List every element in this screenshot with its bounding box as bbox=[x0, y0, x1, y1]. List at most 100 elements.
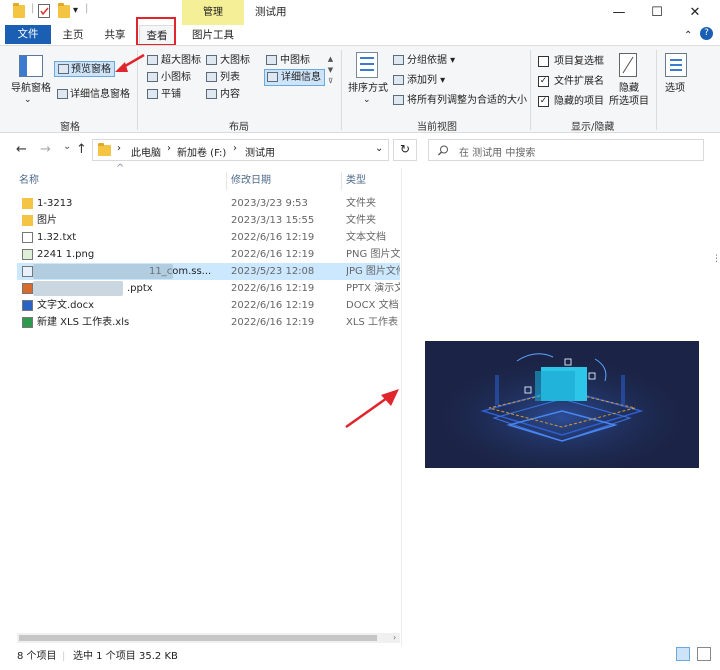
content-view-icon bbox=[206, 89, 217, 99]
details-view-toggle-icon[interactable] bbox=[676, 647, 690, 661]
extra-large-icons-icon bbox=[147, 55, 158, 65]
folder-icon bbox=[98, 143, 111, 156]
annotation-arrow bbox=[115, 53, 145, 72]
address-dropdown-icon[interactable]: ⌄ bbox=[375, 143, 383, 154]
sort-by-button[interactable]: 排序方式 bbox=[348, 82, 388, 95]
scroll-right-icon[interactable]: › bbox=[393, 633, 396, 642]
layout-medium-icons[interactable]: 中图标 bbox=[266, 54, 310, 67]
explorer-window: | ▾ | 管理 测试用 — ☐ ✕ 文件 主页 共享 查看 图片工具 ⌃ ? … bbox=[0, 0, 720, 670]
help-icon[interactable]: ? bbox=[700, 27, 713, 40]
ribbon-divider bbox=[530, 50, 531, 130]
small-icons-icon bbox=[147, 72, 158, 82]
file-type: JPG 图片文件 bbox=[346, 266, 400, 277]
file-row[interactable]: 图片 2023/3/13 15:55 文件夹 bbox=[17, 212, 400, 229]
properties-icon[interactable] bbox=[38, 4, 50, 18]
group-label-panes: 窗格 bbox=[60, 122, 80, 133]
details-pane-button[interactable]: 详细信息窗格 bbox=[54, 88, 130, 101]
breadcrumb-separator[interactable]: › bbox=[117, 143, 121, 154]
tab-share[interactable]: 共享 bbox=[97, 25, 133, 45]
breadcrumb-current[interactable]: 测试用 bbox=[245, 144, 275, 159]
tab-picture-tools[interactable]: 图片工具 bbox=[182, 25, 244, 45]
layout-details[interactable]: 详细信息 bbox=[264, 69, 325, 86]
layout-large-icons[interactable]: 大图标 bbox=[206, 54, 250, 67]
breadcrumb-this-pc[interactable]: 此电脑 bbox=[131, 144, 161, 159]
redaction-blur bbox=[33, 264, 173, 279]
layout-extra-large-icons[interactable]: 超大图标 bbox=[147, 54, 201, 67]
breadcrumb-volume[interactable]: 新加卷 (F:) bbox=[177, 144, 226, 159]
file-row[interactable]: 1.32.txt 2022/6/16 12:19 文本文档 bbox=[17, 229, 400, 246]
column-divider[interactable] bbox=[341, 172, 342, 190]
edge-fragment: ⋮ bbox=[712, 254, 720, 264]
column-header-date[interactable]: 修改日期 bbox=[231, 172, 341, 190]
back-button[interactable]: ← bbox=[16, 142, 27, 157]
file-name: 文字文.docx bbox=[37, 300, 95, 311]
file-date: 2023/5/23 12:08 bbox=[231, 266, 315, 277]
file-row[interactable]: 1-3213 2023/3/23 9:53 文件夹 bbox=[17, 195, 400, 212]
layout-content[interactable]: 内容 bbox=[206, 88, 240, 101]
hide-selected-icon[interactable] bbox=[619, 53, 637, 77]
options-button[interactable]: 选项 bbox=[665, 82, 685, 95]
column-header-type[interactable]: 类型 bbox=[346, 172, 400, 190]
file-extensions-toggle[interactable]: ✓ 文件扩展名 bbox=[538, 75, 604, 88]
file-name: 1-3213 bbox=[37, 198, 73, 209]
hide-selected-line2[interactable]: 所选项目 bbox=[609, 95, 649, 108]
hide-selected-line1[interactable]: 隐藏 bbox=[619, 82, 639, 95]
file-row[interactable]: 2241 1.png 2022/6/16 12:19 PNG 图片文 bbox=[17, 246, 400, 263]
nav-pane-icon[interactable] bbox=[19, 55, 43, 77]
forward-button[interactable]: → bbox=[40, 142, 51, 157]
maximize-button[interactable]: ☐ bbox=[640, 0, 674, 25]
recent-locations-button[interactable]: ⌄ bbox=[63, 141, 71, 152]
breadcrumb-separator[interactable]: › bbox=[167, 143, 171, 154]
collapse-ribbon-icon[interactable]: ⌃ bbox=[684, 30, 692, 41]
file-type: PNG 图片文 bbox=[346, 249, 400, 260]
tab-home[interactable]: 主页 bbox=[55, 25, 91, 45]
refresh-button[interactable]: ↻ bbox=[393, 139, 417, 161]
add-columns-button[interactable]: 添加列 ▾ bbox=[393, 74, 445, 87]
large-icons-toggle-icon[interactable] bbox=[697, 647, 711, 661]
layout-small-icons[interactable]: 小图标 bbox=[147, 71, 191, 84]
column-divider[interactable] bbox=[226, 172, 227, 190]
details-pane-icon bbox=[57, 89, 68, 99]
title-bar: | ▾ | 管理 测试用 — ☐ ✕ bbox=[0, 0, 720, 25]
preview-illustration bbox=[425, 341, 699, 468]
close-button[interactable]: ✕ bbox=[678, 0, 712, 25]
minimize-button[interactable]: — bbox=[602, 0, 636, 25]
up-button[interactable]: ↑ bbox=[76, 142, 87, 157]
layout-scroll[interactable]: ▲ ▼ ⊽ bbox=[326, 54, 335, 100]
address-bar[interactable]: › 此电脑 › 新加卷 (F:) › 测试用 ⌄ bbox=[92, 139, 389, 161]
context-tab-manage: 管理 bbox=[182, 0, 244, 25]
layout-tiles[interactable]: 平铺 bbox=[147, 88, 181, 101]
nav-pane-button[interactable]: 导航窗格 bbox=[11, 82, 51, 95]
checkbox-checked-icon[interactable]: ✓ bbox=[538, 96, 549, 107]
group-by-button[interactable]: 分组依据 ▾ bbox=[393, 54, 455, 67]
new-folder-icon[interactable] bbox=[58, 3, 70, 18]
checkbox-unchecked-icon[interactable] bbox=[538, 56, 549, 67]
checkbox-checked-icon[interactable]: ✓ bbox=[538, 76, 549, 87]
column-header-name[interactable]: 名称 bbox=[19, 172, 227, 190]
chevron-down-icon[interactable]: ⌄ bbox=[363, 95, 371, 105]
size-columns-button[interactable]: 将所有列调整为合适的大小 bbox=[393, 94, 527, 107]
item-checkboxes-toggle[interactable]: 项目复选框 bbox=[538, 55, 604, 68]
file-type: 文本文档 bbox=[346, 232, 386, 243]
preview-image bbox=[425, 341, 699, 468]
file-row[interactable]: 文字文.docx 2022/6/16 12:19 DOCX 文档 bbox=[17, 297, 400, 314]
chevron-down-icon[interactable]: ⌄ bbox=[24, 95, 32, 105]
ribbon-divider bbox=[656, 50, 657, 130]
hidden-items-toggle[interactable]: ✓ 隐藏的项目 bbox=[538, 95, 604, 108]
file-name: 图片 bbox=[37, 215, 57, 226]
tab-file[interactable]: 文件 bbox=[5, 25, 51, 44]
refresh-icon: ↻ bbox=[400, 142, 411, 156]
file-name: 1.32.txt bbox=[37, 232, 77, 243]
horizontal-scrollbar[interactable] bbox=[17, 633, 400, 643]
breadcrumb-separator[interactable]: › bbox=[233, 143, 237, 154]
details-pane-label: 详细信息窗格 bbox=[70, 89, 130, 100]
file-row[interactable]: 新建 XLS 工作表.xls 2022/6/16 12:19 XLS 工作表 bbox=[17, 314, 400, 331]
sort-by-icon[interactable] bbox=[356, 52, 378, 78]
quick-access-dropdown[interactable]: ▾ bbox=[73, 5, 78, 16]
preview-pane-button[interactable]: 预览窗格 bbox=[54, 61, 115, 77]
options-icon[interactable] bbox=[665, 53, 687, 77]
layout-list[interactable]: 列表 bbox=[206, 71, 240, 84]
search-box[interactable]: 在 测试用 中搜索 bbox=[428, 139, 704, 161]
scrollbar-thumb[interactable] bbox=[19, 635, 377, 641]
file-date: 2023/3/23 9:53 bbox=[231, 198, 308, 209]
